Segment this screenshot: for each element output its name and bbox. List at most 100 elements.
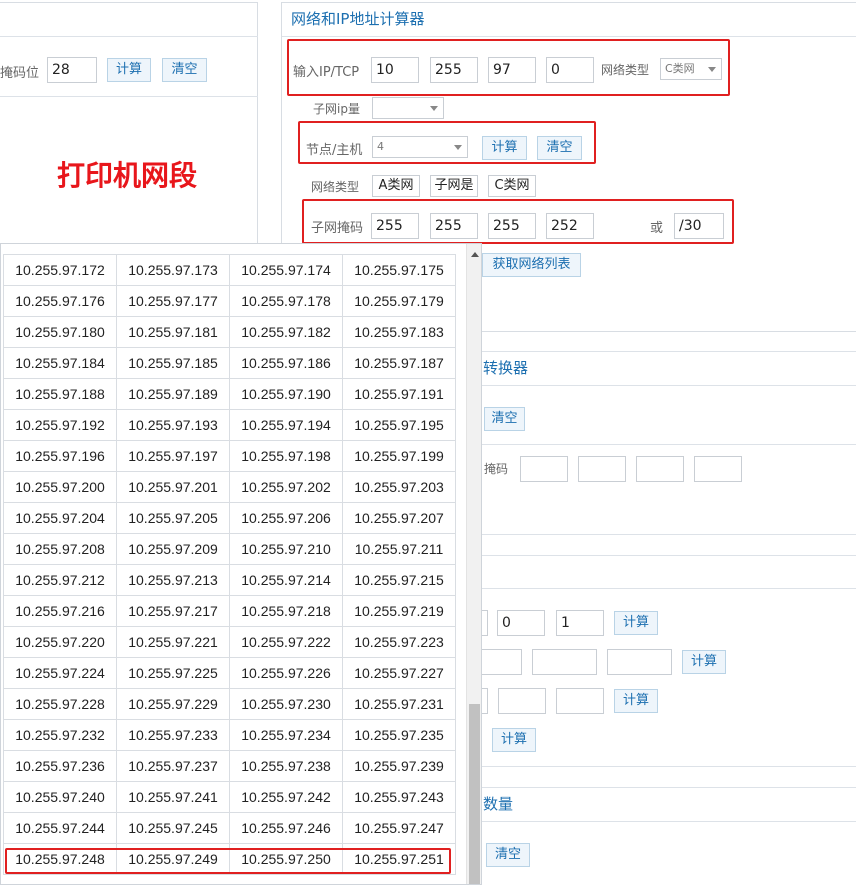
ip-cell[interactable]: 10.255.97.208 bbox=[3, 533, 117, 565]
ip-cell[interactable]: 10.255.97.197 bbox=[116, 440, 230, 472]
subnet-ip-count-select[interactable] bbox=[372, 97, 444, 119]
ip-cell[interactable]: 10.255.97.204 bbox=[3, 502, 117, 534]
ip-cell[interactable]: 10.255.97.200 bbox=[3, 471, 117, 503]
ip-cell[interactable]: 10.255.97.194 bbox=[229, 409, 343, 441]
table-row[interactable]: 10.255.97.224 10.255.97.225 10.255.97.226 1… bbox=[3, 657, 456, 689]
table-row[interactable]: 10.255.97.244 10.255.97.245 10.255.97.246 1… bbox=[3, 812, 456, 844]
lower-field-1b[interactable]: 0 bbox=[497, 610, 545, 636]
ip-cell[interactable]: 10.255.97.178 bbox=[229, 285, 343, 317]
ip-cell[interactable]: 10.255.97.246 bbox=[229, 812, 343, 844]
lower-calc-button-4[interactable]: 计算 bbox=[492, 728, 536, 752]
table-row[interactable]: 10.255.97.184 10.255.97.185 10.255.97.186 1… bbox=[3, 347, 456, 379]
ip-cell[interactable]: 10.255.97.196 bbox=[3, 440, 117, 472]
lower-calc-button-3[interactable]: 计算 bbox=[614, 689, 658, 713]
converter-clear-button[interactable]: 清空 bbox=[484, 407, 525, 431]
ip-cell[interactable]: 10.255.97.243 bbox=[342, 781, 456, 813]
table-row[interactable]: 10.255.97.216 10.255.97.217 10.255.97.218 1… bbox=[3, 595, 456, 627]
ip-cell[interactable]: 10.255.97.183 bbox=[342, 316, 456, 348]
ip-cell[interactable]: 10.255.97.234 bbox=[229, 719, 343, 751]
table-row[interactable]: 10.255.97.176 10.255.97.177 10.255.97.178 1… bbox=[3, 285, 456, 317]
ip-cell[interactable]: 10.255.97.206 bbox=[229, 502, 343, 534]
ip-cell[interactable]: 10.255.97.245 bbox=[116, 812, 230, 844]
lower-field-2a[interactable] bbox=[476, 649, 522, 675]
ip-cell[interactable]: 10.255.97.233 bbox=[116, 719, 230, 751]
ip-cell[interactable]: 10.255.97.207 bbox=[342, 502, 456, 534]
ip-cell[interactable]: 10.255.97.179 bbox=[342, 285, 456, 317]
table-row[interactable]: 10.255.97.208 10.255.97.209 10.255.97.210 1… bbox=[3, 533, 456, 565]
ip-cell[interactable]: 10.255.97.195 bbox=[342, 409, 456, 441]
table-row[interactable]: 10.255.97.200 10.255.97.201 10.255.97.202 1… bbox=[3, 471, 456, 503]
converter-field-4[interactable] bbox=[694, 456, 742, 482]
table-row[interactable]: 10.255.97.180 10.255.97.181 10.255.97.182 1… bbox=[3, 316, 456, 348]
table-row[interactable]: 10.255.97.212 10.255.97.213 10.255.97.214 1… bbox=[3, 564, 456, 596]
ip-cell[interactable]: 10.255.97.202 bbox=[229, 471, 343, 503]
ip-cell[interactable]: 10.255.97.223 bbox=[342, 626, 456, 658]
ip-cell[interactable]: 10.255.97.247 bbox=[342, 812, 456, 844]
table-row[interactable]: 10.255.97.228 10.255.97.229 10.255.97.230 1… bbox=[3, 688, 456, 720]
ip-cell[interactable]: 10.255.97.222 bbox=[229, 626, 343, 658]
ip-cell[interactable]: 10.255.97.192 bbox=[3, 409, 117, 441]
ip-cell[interactable]: 10.255.97.193 bbox=[116, 409, 230, 441]
ip-cell[interactable]: 10.255.97.191 bbox=[342, 378, 456, 410]
ip-cell[interactable]: 10.255.97.240 bbox=[3, 781, 117, 813]
mask-bits-input[interactable]: 28 bbox=[47, 57, 97, 83]
ip-cell[interactable]: 10.255.97.180 bbox=[3, 316, 117, 348]
ip-cell[interactable]: 10.255.97.181 bbox=[116, 316, 230, 348]
ip-cell[interactable]: 10.255.97.239 bbox=[342, 750, 456, 782]
lower-field-2c[interactable] bbox=[607, 649, 672, 675]
ip-cell[interactable]: 10.255.97.188 bbox=[3, 378, 117, 410]
ip-cell[interactable]: 10.255.97.190 bbox=[229, 378, 343, 410]
ip-cell[interactable]: 10.255.97.205 bbox=[116, 502, 230, 534]
table-row[interactable]: 10.255.97.236 10.255.97.237 10.255.97.238 1… bbox=[3, 750, 456, 782]
ip-cell[interactable]: 10.255.97.220 bbox=[3, 626, 117, 658]
ip-cell[interactable]: 10.255.97.219 bbox=[342, 595, 456, 627]
ip-cell[interactable]: 10.255.97.215 bbox=[342, 564, 456, 596]
lower-field-2b[interactable] bbox=[532, 649, 597, 675]
ip-cell[interactable]: 10.255.97.172 bbox=[3, 254, 117, 286]
ip-cell[interactable]: 10.255.97.241 bbox=[116, 781, 230, 813]
ip-cell[interactable]: 10.255.97.174 bbox=[229, 254, 343, 286]
ip-cell[interactable]: 10.255.97.176 bbox=[3, 285, 117, 317]
ip-cell[interactable]: 10.255.97.184 bbox=[3, 347, 117, 379]
ip-cell[interactable]: 10.255.97.209 bbox=[116, 533, 230, 565]
ip-cell[interactable]: 10.255.97.238 bbox=[229, 750, 343, 782]
lower-calc-button-1[interactable]: 计算 bbox=[614, 611, 658, 635]
ip-cell[interactable]: 10.255.97.199 bbox=[342, 440, 456, 472]
converter-field-1[interactable] bbox=[520, 456, 568, 482]
scroll-thumb[interactable] bbox=[469, 704, 480, 884]
ip-cell[interactable]: 10.255.97.211 bbox=[342, 533, 456, 565]
ip-cell[interactable]: 10.255.97.175 bbox=[342, 254, 456, 286]
ip-cell[interactable]: 10.255.97.225 bbox=[116, 657, 230, 689]
ip-cell[interactable]: 10.255.97.237 bbox=[116, 750, 230, 782]
ip-cell[interactable]: 10.255.97.177 bbox=[116, 285, 230, 317]
ip-cell[interactable]: 10.255.97.242 bbox=[229, 781, 343, 813]
ip-list-scrollbar[interactable] bbox=[466, 244, 481, 884]
table-row[interactable]: 10.255.97.240 10.255.97.241 10.255.97.242 1… bbox=[3, 781, 456, 813]
table-row[interactable]: 10.255.97.220 10.255.97.221 10.255.97.222 1… bbox=[3, 626, 456, 658]
mask-clear-button[interactable]: 清空 bbox=[162, 58, 207, 82]
ip-cell[interactable]: 10.255.97.187 bbox=[342, 347, 456, 379]
ip-cell[interactable]: 10.255.97.182 bbox=[229, 316, 343, 348]
ip-cell[interactable]: 10.255.97.186 bbox=[229, 347, 343, 379]
ip-cell[interactable]: 10.255.97.228 bbox=[3, 688, 117, 720]
ip-cell[interactable]: 10.255.97.210 bbox=[229, 533, 343, 565]
ip-cell[interactable]: 10.255.97.230 bbox=[229, 688, 343, 720]
table-row[interactable]: 10.255.97.172 10.255.97.173 10.255.97.174 1… bbox=[3, 254, 456, 286]
table-row[interactable]: 10.255.97.232 10.255.97.233 10.255.97.234 1… bbox=[3, 719, 456, 751]
mask-calc-button[interactable]: 计算 bbox=[107, 58, 151, 82]
ip-cell[interactable]: 10.255.97.214 bbox=[229, 564, 343, 596]
scroll-up-arrow-icon[interactable] bbox=[471, 252, 479, 257]
lower-calc-button-2[interactable]: 计算 bbox=[682, 650, 726, 674]
ip-cell[interactable]: 10.255.97.224 bbox=[3, 657, 117, 689]
ip-cell[interactable]: 10.255.97.236 bbox=[3, 750, 117, 782]
table-row[interactable]: 10.255.97.204 10.255.97.205 10.255.97.206 1… bbox=[3, 502, 456, 534]
ip-cell[interactable]: 10.255.97.231 bbox=[342, 688, 456, 720]
ip-cell[interactable]: 10.255.97.212 bbox=[3, 564, 117, 596]
table-row[interactable]: 10.255.97.188 10.255.97.189 10.255.97.190 1… bbox=[3, 378, 456, 410]
ip-cell[interactable]: 10.255.97.216 bbox=[3, 595, 117, 627]
ip-cell[interactable]: 10.255.97.218 bbox=[229, 595, 343, 627]
ip-cell[interactable]: 10.255.97.244 bbox=[3, 812, 117, 844]
ip-cell[interactable]: 10.255.97.203 bbox=[342, 471, 456, 503]
count-clear-button[interactable]: 清空 bbox=[486, 843, 530, 867]
ip-cell[interactable]: 10.255.97.217 bbox=[116, 595, 230, 627]
